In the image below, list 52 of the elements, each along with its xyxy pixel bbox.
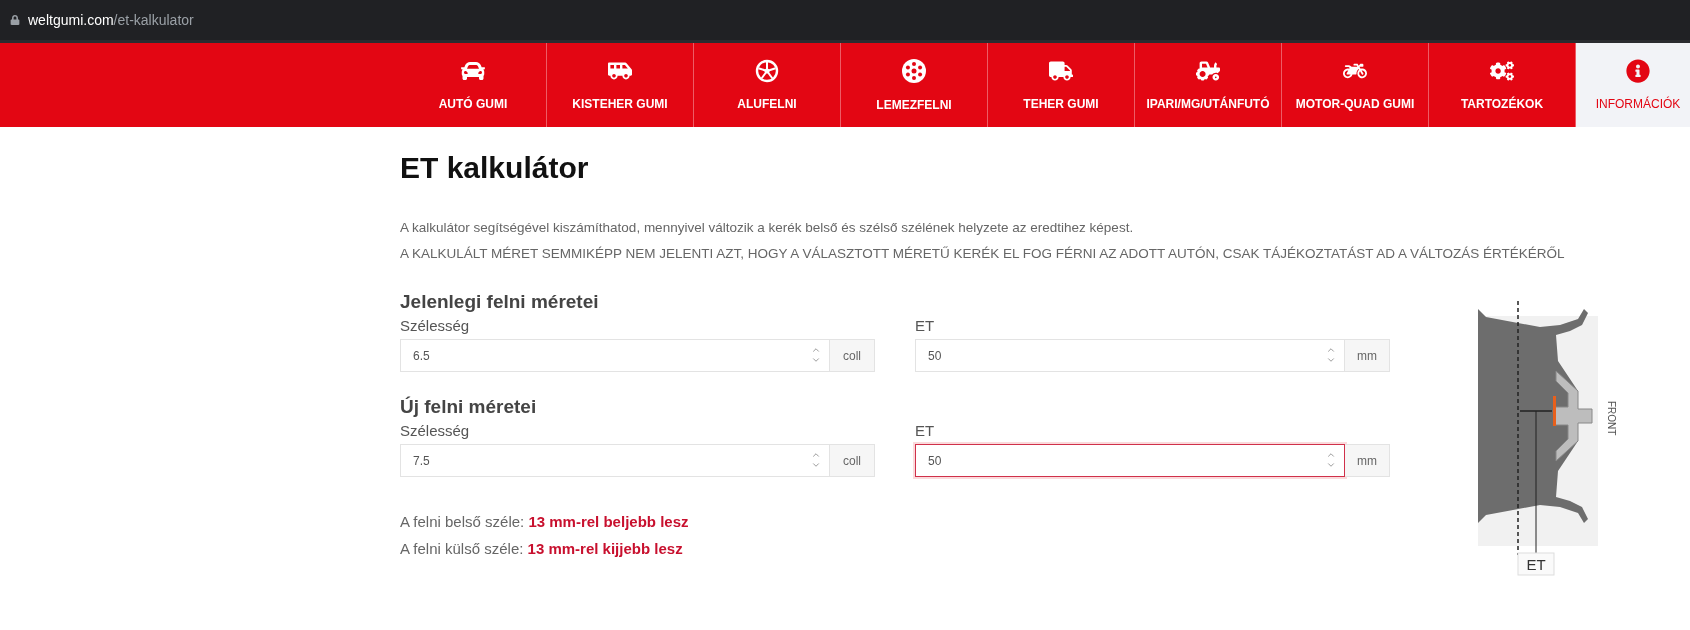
page-title: ET kalkulátor <box>400 151 590 185</box>
section-heading: Jelenlegi felni méretei <box>400 291 600 313</box>
field-label: Szélesség <box>400 317 471 334</box>
number-input-field[interactable]: 50 <box>915 339 1345 372</box>
nav-tab-label: TEHER GUMI <box>1023 97 1099 111</box>
intro-text: A KALKULÁLT MÉRET SEMMIKÉPP NEM JELENTI AZT, HOGY A VÁLASZTOTT MÉRETŰ KERÉK EL FOG FÉRNI AZ ADOTT AUTÓN, CSAK TÁJÉKOZTATÁST AD A VÁLTOZÁS ÉRTÉKÉRŐL <box>400 245 1566 263</box>
nav-tab[interactable]: LEMEZFELNI <box>841 43 988 127</box>
field-label: Szélesség <box>400 422 471 439</box>
unit-addon: coll <box>830 444 875 477</box>
field-label: ET <box>915 422 936 439</box>
spinner-icon[interactable] <box>811 450 821 470</box>
nav-tab[interactable]: AUTÓ GUMI <box>400 43 547 127</box>
unit-addon: mm <box>1345 339 1390 372</box>
front-label: FRONT <box>1606 401 1617 436</box>
nav-tab-label: TARTOZÉKOK <box>1460 97 1544 111</box>
field-label: ET <box>915 317 936 334</box>
car-icon <box>461 59 485 83</box>
number-input-field[interactable]: 7.5 <box>400 444 830 477</box>
number-input-field[interactable]: 6.5 <box>400 339 830 372</box>
result-text: A felni belső széle: 13 mm-rel beljebb lesz <box>400 513 690 530</box>
nav-tab-label: ALUFELNI <box>737 97 797 111</box>
nav-tab[interactable]: ALUFELNI <box>694 43 841 127</box>
steel-wheel-icon <box>901 58 927 84</box>
alloy-wheel-icon <box>755 59 779 83</box>
spinner-icon[interactable] <box>811 345 821 365</box>
nav-tab[interactable]: IPARI/MG/UTÁNFUTÓ <box>1135 43 1282 127</box>
tractor-icon <box>1196 59 1220 83</box>
nav-tab-label: LEMEZFELNI <box>876 98 952 112</box>
spinner-icon[interactable] <box>1326 345 1336 365</box>
section-heading: Új felni méretei <box>400 396 538 418</box>
info-icon <box>1626 59 1650 83</box>
gears-icon <box>1490 59 1514 83</box>
nav-tab-label: AUTÓ GUMI <box>438 97 508 111</box>
unit-addon: coll <box>830 339 875 372</box>
spinner-icon[interactable] <box>1326 450 1336 470</box>
nav-tab-label: MOTOR-QUAD GUMI <box>1295 97 1415 111</box>
nav-tab[interactable]: TEHER GUMI <box>988 43 1135 127</box>
nav-tab-label: KISTEHER GUMI <box>572 97 668 111</box>
et-label: ET <box>1526 556 1546 573</box>
url-domain[interactable]: weltgumi.com <box>28 12 114 28</box>
result-text: A felni külső széle: 13 mm-rel kijjebb lesz <box>400 540 684 557</box>
truck-icon <box>1049 59 1073 83</box>
nav-tab[interactable]: MOTOR-QUAD GUMI <box>1282 43 1429 127</box>
url-path[interactable]: /et-kalkulator <box>113 12 194 28</box>
nav-tab-label: INFORMÁCIÓK <box>1595 97 1681 111</box>
nav-tab[interactable]: KISTEHER GUMI <box>547 43 694 127</box>
nav-tab-label: IPARI/MG/UTÁNFUTÓ <box>1146 97 1270 111</box>
unit-addon: mm <box>1345 444 1390 477</box>
number-input-field[interactable]: 50 <box>915 444 1345 477</box>
lock-icon <box>10 15 20 25</box>
nav-tab[interactable]: INFORMÁCIÓK <box>1576 43 1690 127</box>
intro-text: A kalkulátor segítségével kiszámíthatod, mennyivel változik a kerék belső és szélső szélének helyzete az eredtihez képest. <box>400 219 1135 237</box>
